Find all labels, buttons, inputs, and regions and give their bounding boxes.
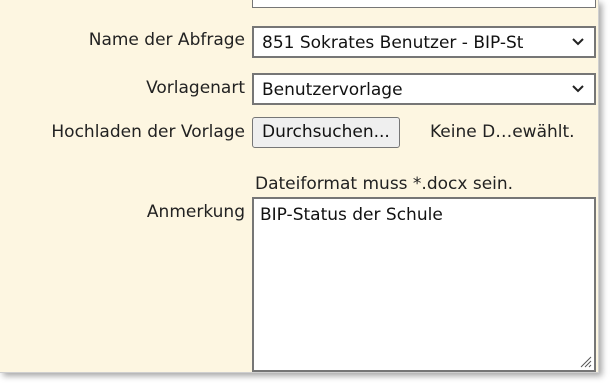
template-type-value: Benutzervorlage	[262, 80, 403, 100]
resize-grip-icon[interactable]	[578, 354, 592, 368]
chevron-down-icon	[572, 85, 584, 93]
remark-textarea[interactable]: BIP-Status der Schule	[252, 197, 596, 372]
template-type-label: Vorlagenart	[146, 78, 245, 98]
file-format-hint: Dateiformat muss *.docx sein.	[255, 174, 514, 194]
browse-button[interactable]: Durchsuchen...	[252, 117, 400, 148]
query-form-panel: Name der Abfrage 851 Sokrates Benutzer -…	[0, 0, 599, 373]
previous-field-edge	[252, 0, 596, 8]
upload-label: Hochladen der Vorlage	[51, 122, 245, 142]
chevron-down-icon	[572, 38, 584, 46]
query-name-select[interactable]: 851 Sokrates Benutzer - BIP-St	[252, 26, 596, 58]
template-type-select[interactable]: Benutzervorlage	[252, 73, 596, 105]
query-name-value: 851 Sokrates Benutzer - BIP-St	[262, 33, 524, 53]
file-status-text: Keine D…ewählt.	[430, 122, 575, 142]
remark-value: BIP-Status der Schule	[260, 205, 443, 225]
query-name-label: Name der Abfrage	[88, 30, 245, 50]
remark-label: Anmerkung	[146, 202, 245, 222]
